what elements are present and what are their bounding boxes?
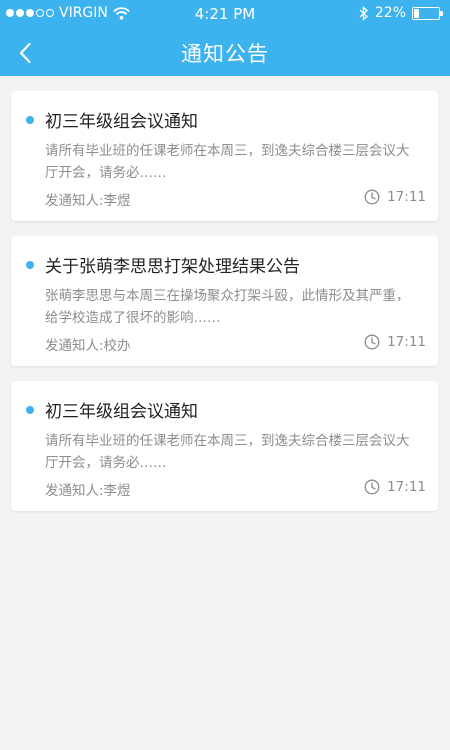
page-title: 通知公告 (181, 42, 269, 66)
clock-icon (364, 189, 380, 205)
notice-time: 17:11 (364, 334, 426, 350)
notice-title: 初三年级组会议通知 (45, 112, 198, 132)
notice-list: 初三年级组会议通知 请所有毕业班的任课老师在本周三，到逸夫综合楼三层会议大厅开会… (11, 91, 438, 526)
status-bar: VIRGIN 4:21 PM 22% (0, 0, 450, 30)
notice-summary: 张萌李思思与本周三在操场聚众打架斗殴，此情形及其严重，给学校造成了很坏的影响…… (45, 288, 410, 326)
clock-icon (364, 334, 380, 350)
notice-card[interactable]: 初三年级组会议通知 请所有毕业班的任课老师在本周三，到逸夫综合楼三层会议大厅开会… (11, 381, 438, 511)
unread-dot-icon (26, 261, 34, 269)
notice-card[interactable]: 初三年级组会议通知 请所有毕业班的任课老师在本周三，到逸夫综合楼三层会议大厅开会… (11, 91, 438, 221)
bluetooth-icon (359, 5, 368, 21)
notice-summary: 请所有毕业班的任课老师在本周三，到逸夫综合楼三层会议大厅开会，请务必…… (45, 143, 410, 181)
notice-sender: 发通知人:校办 (45, 338, 131, 354)
notice-time-label: 17:11 (387, 189, 426, 205)
notice-time: 17:11 (364, 479, 426, 495)
nav-bar: 通知公告 (0, 30, 450, 76)
notice-time-label: 17:11 (387, 334, 426, 350)
notice-time: 17:11 (364, 189, 426, 205)
notice-card[interactable]: 关于张萌李思思打架处理结果公告 张萌李思思与本周三在操场聚众打架斗殴，此情形及其… (11, 236, 438, 366)
notice-summary: 请所有毕业班的任课老师在本周三，到逸夫综合楼三层会议大厅开会，请务必…… (45, 433, 410, 471)
notice-sender: 发通知人:李煜 (45, 483, 131, 499)
unread-dot-icon (26, 406, 34, 414)
clock-icon (364, 479, 380, 495)
battery-percent: 22% (374, 5, 406, 21)
header-bar: VIRGIN 4:21 PM 22% 通知公告 (0, 0, 450, 76)
battery-icon (412, 6, 443, 20)
unread-dot-icon (26, 116, 34, 124)
notice-title: 初三年级组会议通知 (45, 402, 198, 422)
notice-sender: 发通知人:李煜 (45, 193, 131, 209)
notice-time-label: 17:11 (387, 479, 426, 495)
notice-title: 关于张萌李思思打架处理结果公告 (45, 257, 300, 277)
status-right-group: 22% (359, 5, 443, 21)
